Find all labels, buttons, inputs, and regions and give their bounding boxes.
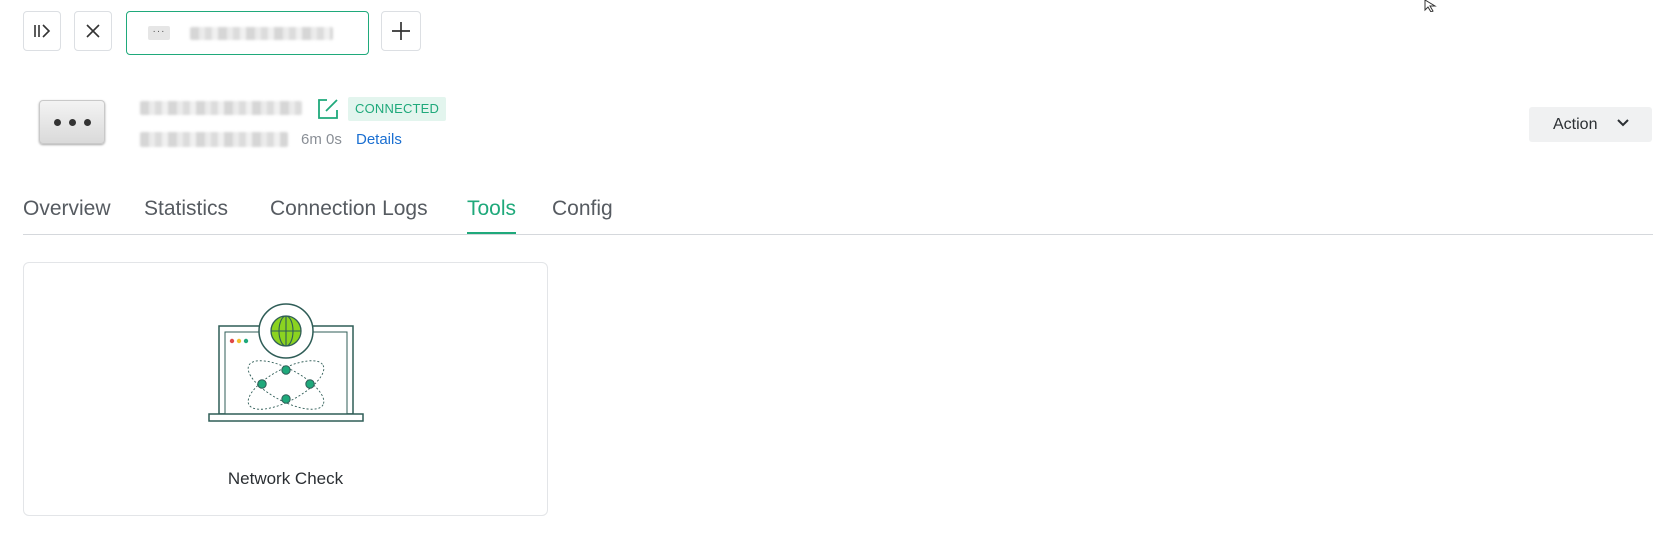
tool-card-network-check[interactable]: Network Check xyxy=(23,262,548,516)
device-icon xyxy=(39,100,105,144)
uptime-text: 6m 0s xyxy=(301,131,342,148)
more-icon: ··· xyxy=(148,26,170,40)
sidebar-expand-icon xyxy=(34,24,51,38)
tool-card-label: Network Check xyxy=(227,469,344,488)
plus-icon xyxy=(392,22,410,40)
device-name-redacted xyxy=(140,101,302,115)
chevron-down-icon xyxy=(1617,119,1629,127)
tab-connection-logs[interactable]: Connection Logs xyxy=(270,196,428,234)
tab-divider xyxy=(23,234,1653,235)
tab-overview[interactable]: Overview xyxy=(23,196,111,234)
edit-icon[interactable] xyxy=(316,97,340,121)
details-link[interactable]: Details xyxy=(356,131,402,148)
add-tab-button[interactable] xyxy=(381,11,421,51)
mouse-cursor-icon xyxy=(1424,0,1437,12)
action-button-label: Action xyxy=(1553,115,1598,133)
network-check-icon xyxy=(208,303,364,422)
tab-bar: Overview Statistics Connection Logs Tool… xyxy=(23,196,1653,236)
tab-statistics[interactable]: Statistics xyxy=(144,196,228,234)
tab-config[interactable]: Config xyxy=(552,196,613,234)
device-tab-name-redacted xyxy=(190,27,333,40)
device-address-redacted xyxy=(140,132,288,147)
action-dropdown-button[interactable]: Action xyxy=(1529,107,1652,142)
device-tab[interactable]: ··· xyxy=(126,11,369,55)
toggle-sidebar-button[interactable] xyxy=(23,11,61,51)
tab-tools[interactable]: Tools xyxy=(467,196,517,234)
close-icon xyxy=(86,24,100,38)
status-badge: CONNECTED xyxy=(348,97,447,121)
close-button[interactable] xyxy=(74,11,112,51)
